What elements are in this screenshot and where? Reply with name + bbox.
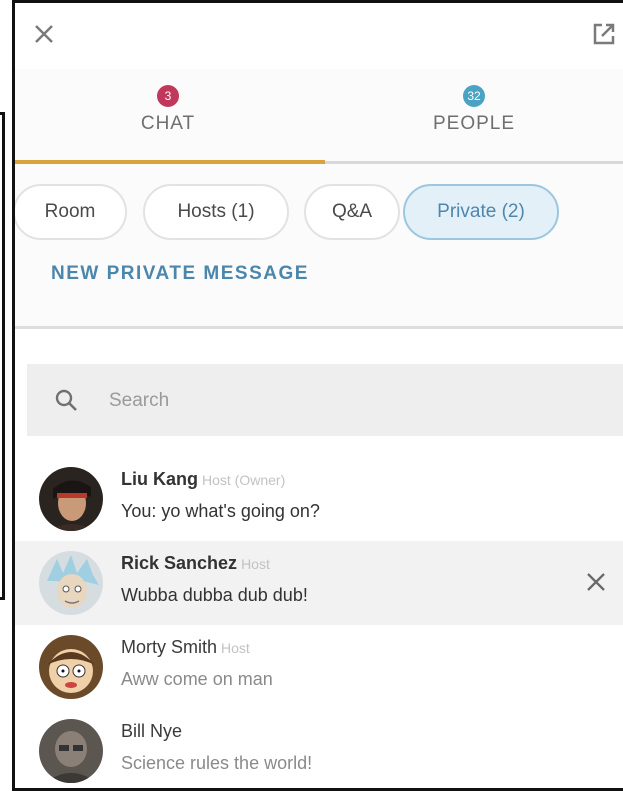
popout-button[interactable] [589, 19, 619, 49]
contact-name: Rick Sanchez [121, 553, 238, 573]
contact-name: Liu Kang [121, 469, 198, 489]
tab-people-label: PEOPLE [432, 113, 516, 134]
avatar [39, 635, 103, 699]
conversation-item-morty-smith[interactable]: Morty Smith Host Aww come on man [15, 625, 623, 709]
message-preview: You: yo what's going on? [121, 501, 320, 521]
chat-panel: 3 CHAT 32 PEOPLE Room Hosts (1) Q&A Priv… [12, 0, 623, 791]
avatar [39, 719, 103, 783]
close-icon [35, 25, 53, 43]
close-conversation-button[interactable] [583, 569, 609, 595]
filter-chip-qa[interactable]: Q&A [304, 184, 400, 240]
contact-name: Bill Nye [121, 721, 183, 741]
search-input[interactable] [107, 364, 561, 438]
conversation-title: Rick Sanchez Host [121, 553, 270, 574]
filter-chip-hosts[interactable]: Hosts (1) [143, 184, 289, 240]
contact-role: Host [221, 640, 250, 656]
avatar [39, 551, 103, 615]
message-preview: Science rules the world! [121, 753, 313, 773]
close-panel-button[interactable] [29, 19, 59, 49]
search-bar[interactable] [27, 364, 623, 438]
tab-bar: 3 CHAT 32 PEOPLE [15, 69, 623, 164]
conversation-title: Morty Smith Host [121, 637, 250, 658]
people-count-badge: 32 [463, 85, 485, 107]
filter-chip-private[interactable]: Private (2) [403, 184, 559, 240]
tab-chat-label: CHAT [140, 113, 196, 134]
conversation-title: Liu Kang Host (Owner) [121, 469, 285, 490]
tab-chat[interactable]: 3 CHAT [15, 69, 321, 161]
message-preview: Aww come on man [121, 669, 273, 689]
conversation-item-bill-nye[interactable]: Bill Nye Science rules the world! [15, 709, 623, 788]
open-in-new-icon [593, 23, 615, 45]
contact-name: Morty Smith [121, 637, 218, 657]
filter-chip-room[interactable]: Room [15, 184, 127, 240]
message-preview: Wubba dubba dub dub! [121, 585, 308, 605]
search-icon [55, 389, 77, 411]
tab-people[interactable]: 32 PEOPLE [321, 69, 623, 161]
chat-filter-bar: Room Hosts (1) Q&A Private (2) NEW PRIVA… [15, 164, 623, 329]
conversation-item-liu-kang[interactable]: Liu Kang Host (Owner) You: yo what's goin… [15, 457, 623, 541]
conversation-list: Liu KangHost (Owner) You: yo what's goin… [15, 329, 623, 788]
panel-header [15, 3, 623, 69]
contact-role: Host (Owner) [202, 472, 286, 488]
conversation-title: Bill Nye [121, 721, 186, 742]
conversation-item-rick-sanchez[interactable]: Rick Sanchez Host Wubba dubba dub dub! [15, 541, 623, 625]
screenshot-stage: 3 CHAT 32 PEOPLE Room Hosts (1) Q&A Priv… [0, 0, 623, 791]
chat-unread-badge: 3 [157, 85, 179, 107]
avatar [39, 467, 103, 531]
close-icon [587, 573, 605, 591]
window-edge-bracket [0, 112, 5, 600]
new-private-message-link[interactable]: NEW PRIVATE MESSAGE [51, 263, 309, 285]
contact-role: Host [241, 556, 270, 572]
